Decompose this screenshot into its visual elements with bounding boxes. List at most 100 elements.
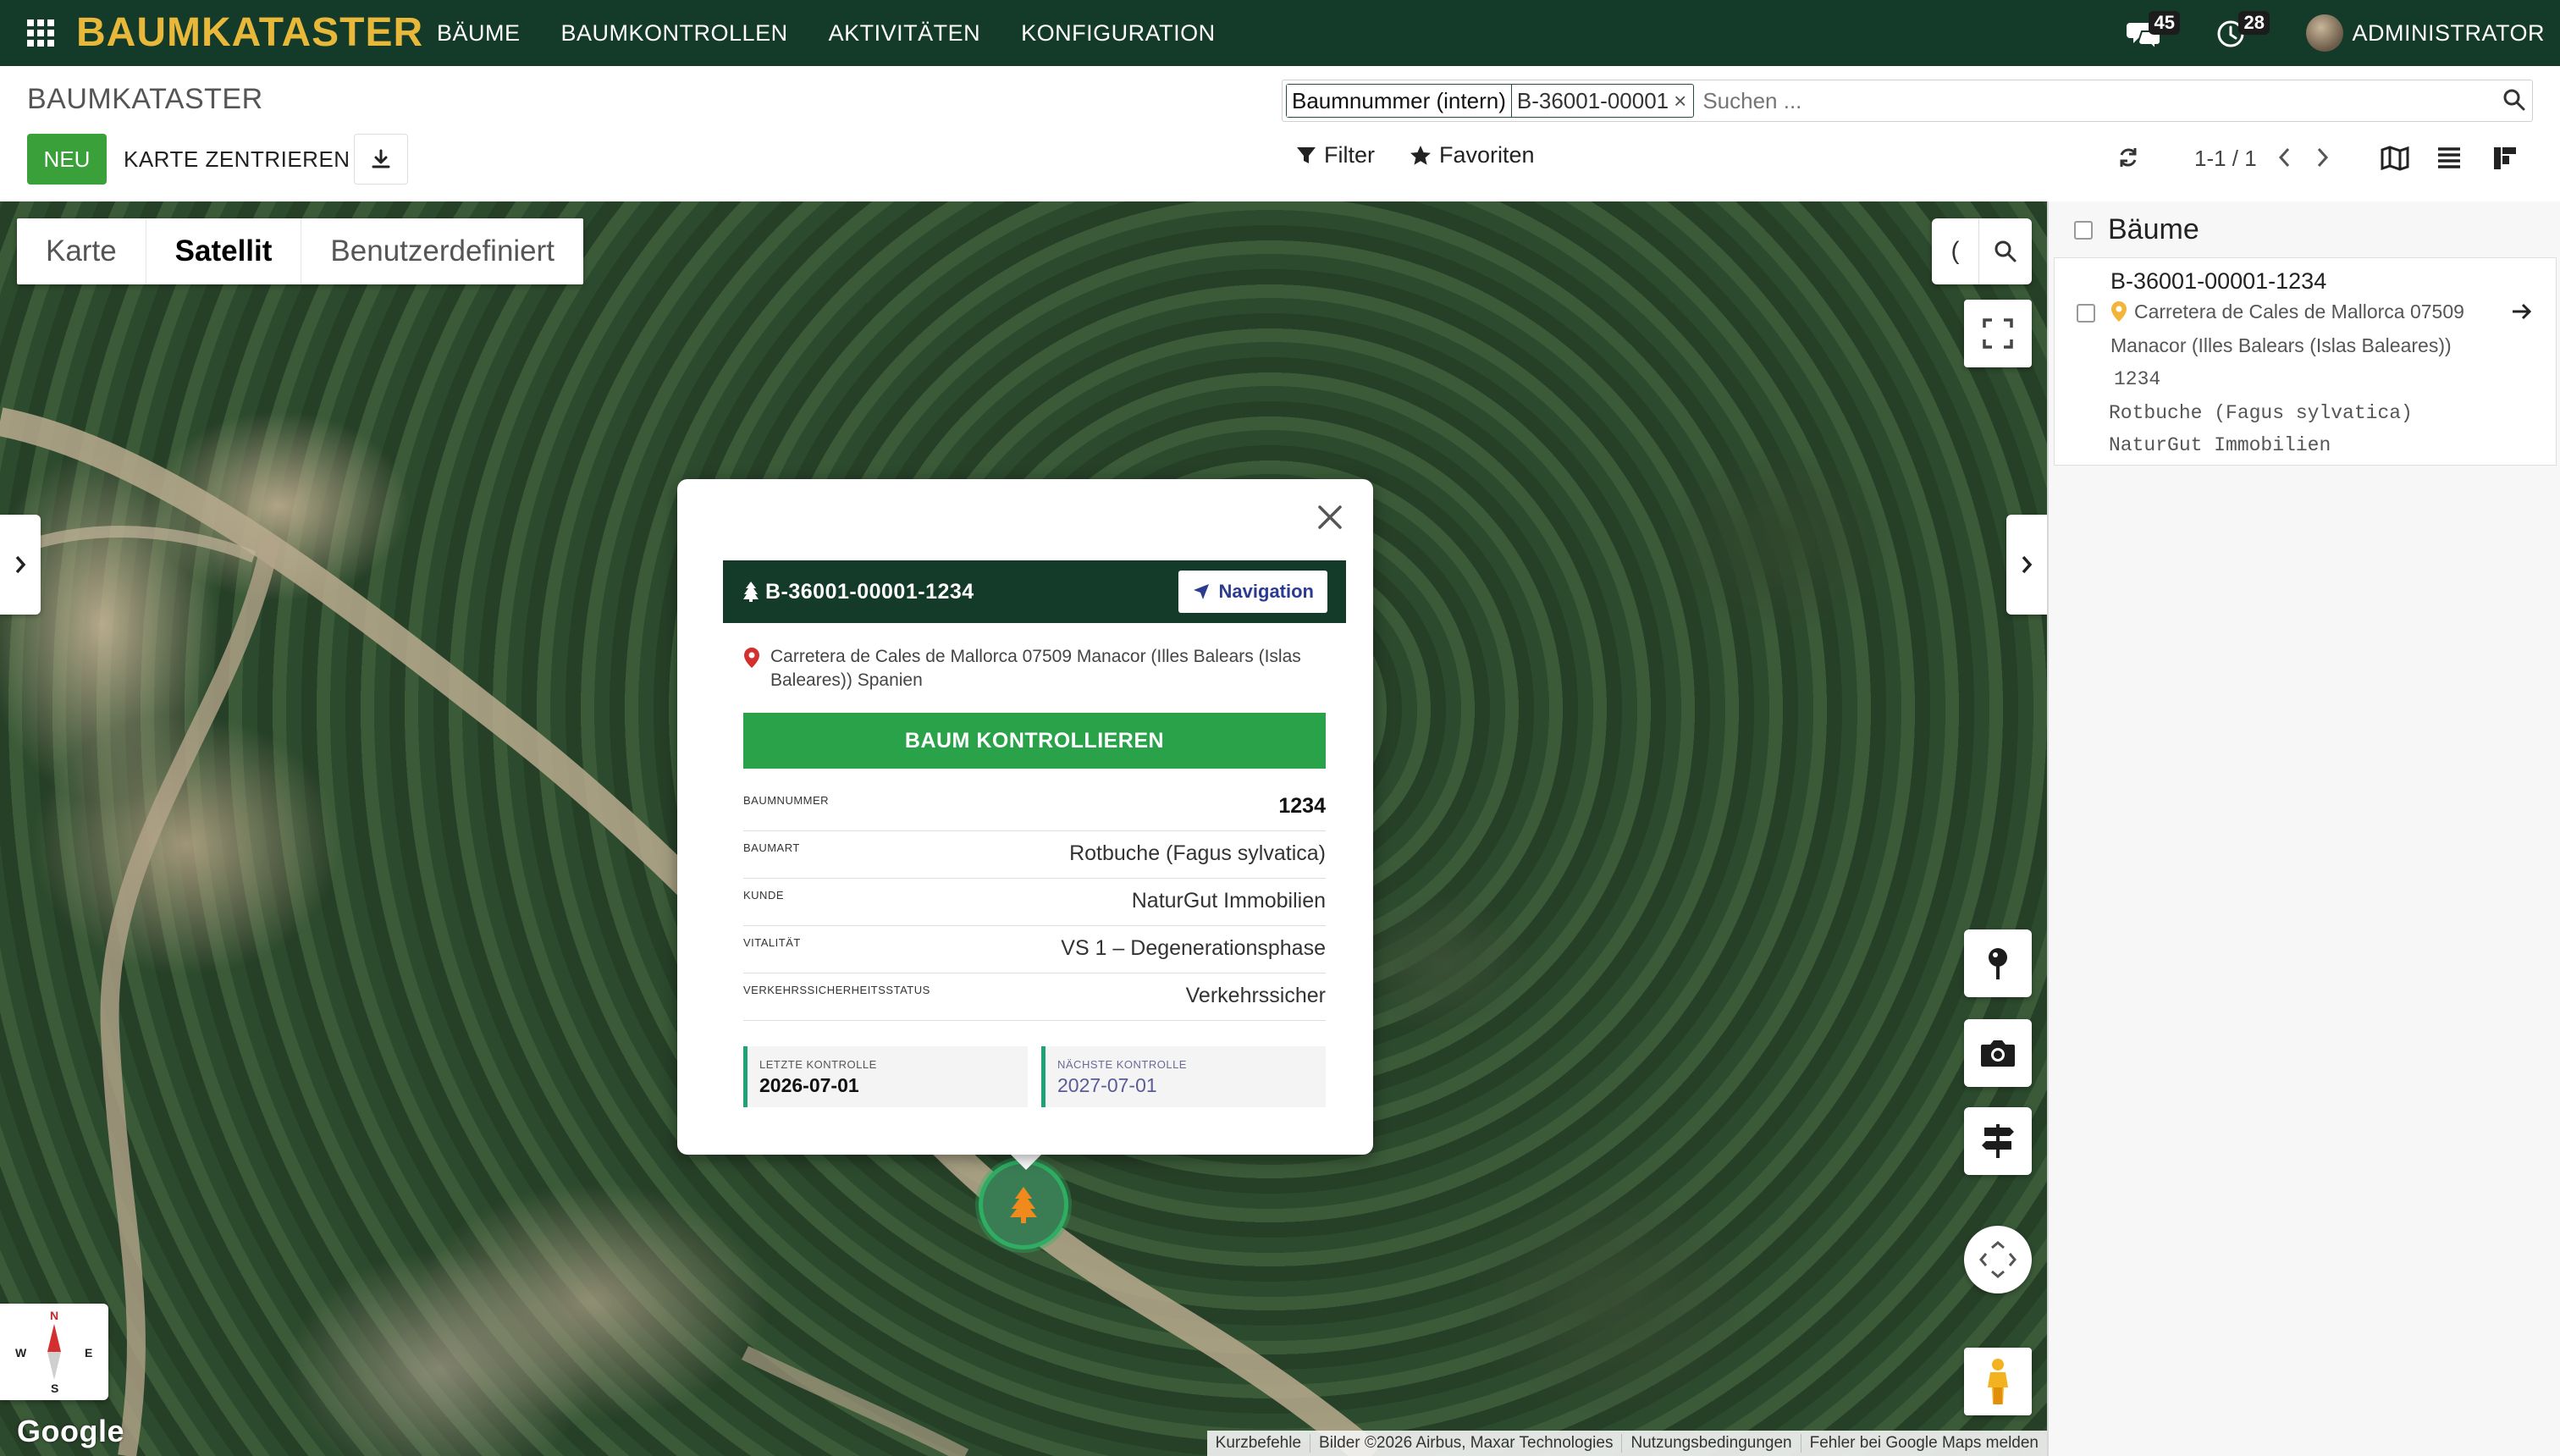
map-type-karte[interactable]: Karte xyxy=(17,218,146,284)
download-button[interactable] xyxy=(354,134,408,185)
map-type-benutzerdefiniert[interactable]: Benutzerdefiniert xyxy=(301,218,583,284)
tree-record-card[interactable]: B-36001-00001-1234 Carretera de Cales de… xyxy=(2054,257,2557,466)
last-check-value: 2026-07-01 xyxy=(759,1074,859,1096)
new-button[interactable]: NEU xyxy=(27,134,107,185)
activities-button[interactable]: 28 xyxy=(2216,11,2270,52)
keyboard-shortcuts-link[interactable]: Kurzbefehle xyxy=(1207,1434,1310,1453)
next-check-value: 2027-07-01 xyxy=(1057,1074,1157,1096)
pager-previous-icon[interactable] xyxy=(2274,146,2296,174)
navigation-label: Navigation xyxy=(1218,581,1314,602)
popup-address: Carretera de Cales de Mallorca 07509 Man… xyxy=(770,647,1301,690)
search-input[interactable] xyxy=(1702,84,2532,118)
record-number: 1234 xyxy=(2114,368,2161,390)
kanban-view-icon[interactable] xyxy=(2492,146,2518,175)
map-type-selector: Karte Satellit Benutzerdefiniert xyxy=(17,218,584,284)
menu-item-baeume[interactable]: BÄUME xyxy=(437,20,521,47)
field-value: Verkehrssicher xyxy=(1185,984,1326,1007)
map-view-icon[interactable] xyxy=(2381,146,2409,175)
next-check-box: NÄCHSTE KONTROLLE 2027-07-01 xyxy=(1041,1046,1326,1107)
location-pin-icon xyxy=(2110,301,2127,327)
field-row-vitalitaet: VITALITÄT VS 1 – Degenerationsphase xyxy=(743,926,1326,973)
search-icon[interactable] xyxy=(2502,87,2527,117)
field-label: VERKEHRSSICHERHEITSSTATUS xyxy=(743,984,930,996)
map-search-icon[interactable] xyxy=(1979,218,2032,284)
menu-item-aktivitaeten[interactable]: AKTIVITÄTEN xyxy=(829,20,981,47)
field-label: KUNDE xyxy=(743,889,785,902)
map-search-toggle[interactable]: ( xyxy=(1932,218,1979,284)
top-navbar: BAUMKATASTER BÄUME BAUMKONTROLLEN AKTIVI… xyxy=(0,0,2560,66)
field-label: BAUMNUMMER xyxy=(743,794,830,807)
compass-rose[interactable]: N W E S xyxy=(0,1304,108,1400)
search-bar: Baumnummer (intern) B-36001-00001 × xyxy=(1282,80,2533,122)
search-facet: Baumnummer (intern) B-36001-00001 × xyxy=(1286,84,1695,118)
navigation-arrow-icon xyxy=(1193,584,1209,599)
map-type-satellit[interactable]: Satellit xyxy=(146,218,302,284)
last-check-label: LETZTE KONTROLLE xyxy=(759,1058,877,1071)
user-avatar[interactable] xyxy=(2306,14,2344,52)
fullscreen-icon xyxy=(1983,318,2013,349)
field-value: 1234 xyxy=(1278,794,1326,818)
center-map-button[interactable]: KARTE ZENTRIEREN xyxy=(124,134,350,185)
sidebar-title: Bäume xyxy=(2108,213,2199,245)
select-all-checkbox[interactable] xyxy=(2074,220,2093,240)
next-check-label: NÄCHSTE KONTROLLE xyxy=(1057,1058,1187,1071)
star-icon xyxy=(1410,145,1431,165)
fullscreen-button[interactable] xyxy=(1964,300,2032,367)
imagery-credit: Bilder ©2026 Airbus, Maxar Technologies xyxy=(1310,1434,1621,1453)
menu-item-baumkontrollen[interactable]: BAUMKONTROLLEN xyxy=(561,20,788,47)
chevron-right-icon xyxy=(15,555,26,574)
check-tree-button[interactable]: BAUM KONTROLLIEREN xyxy=(743,713,1326,769)
report-error-link[interactable]: Fehler bei Google Maps melden xyxy=(1800,1434,2047,1453)
last-check-box: LETZTE KONTROLLE 2026-07-01 xyxy=(743,1046,1028,1107)
navigation-button[interactable]: Navigation xyxy=(1178,571,1327,613)
pegman-icon xyxy=(1988,1359,2008,1404)
activities-count-badge: 28 xyxy=(2238,11,2270,35)
apps-grid-icon[interactable] xyxy=(27,19,54,47)
pager-value[interactable]: 1-1 / 1 xyxy=(2194,146,2257,172)
favorites-label: Favoriten xyxy=(1439,142,1535,168)
compass-needle-icon xyxy=(47,1324,61,1380)
refresh-icon[interactable] xyxy=(2116,146,2140,174)
move-arrows-icon xyxy=(1979,1241,2017,1278)
record-address-line2: Manacor (Illes Balears (Islas Baleares)) xyxy=(2110,334,2452,356)
app-brand[interactable]: BAUMKATASTER xyxy=(76,8,423,58)
user-menu[interactable]: ADMINISTRATOR xyxy=(2352,20,2545,47)
compass-north: N xyxy=(50,1309,59,1322)
pager-next-icon[interactable] xyxy=(2311,146,2333,174)
record-species: Rotbuche (Fagus sylvatica) xyxy=(2109,402,2413,424)
record-checkbox[interactable] xyxy=(2077,304,2095,323)
field-row-baumart: BAUMART Rotbuche (Fagus sylvatica) xyxy=(743,831,1326,879)
location-pin-icon xyxy=(743,647,760,673)
tree-marker[interactable] xyxy=(979,1160,1068,1249)
messages-button[interactable]: 45 xyxy=(2127,11,2180,52)
camera-icon xyxy=(1981,1040,2015,1067)
field-value: NaturGut Immobilien xyxy=(1131,889,1326,913)
street-view-pegman-button[interactable] xyxy=(1964,1348,2032,1415)
right-panel-toggle[interactable] xyxy=(2006,515,2047,615)
download-icon xyxy=(372,149,390,168)
close-icon[interactable] xyxy=(1314,501,1346,533)
filter-button[interactable]: Filter xyxy=(1295,142,1375,168)
search-facet-remove-icon[interactable]: × xyxy=(1674,88,1693,114)
tree-info-popup: B-36001-00001-1234 Navigation Carretera … xyxy=(677,479,1373,1155)
popup-header: B-36001-00001-1234 Navigation xyxy=(723,560,1346,623)
place-pin-button[interactable] xyxy=(1964,929,2032,997)
tree-icon xyxy=(743,582,759,602)
left-panel-toggle[interactable] xyxy=(0,515,41,615)
favorites-button[interactable]: Favoriten xyxy=(1409,142,1535,168)
terms-link[interactable]: Nutzungsbedingungen xyxy=(1621,1434,1800,1453)
photo-button[interactable] xyxy=(1964,1019,2032,1087)
map-attribution: Kurzbefehle Bilder ©2026 Airbus, Maxar T… xyxy=(1206,1431,2047,1456)
tree-icon xyxy=(1010,1187,1037,1223)
record-owner: NaturGut Immobilien xyxy=(2109,434,2331,456)
messages-count-badge: 45 xyxy=(2149,11,2180,35)
list-view-icon[interactable] xyxy=(2436,146,2462,174)
pan-control-button[interactable] xyxy=(1964,1226,2032,1293)
funnel-icon xyxy=(1297,146,1316,163)
signpost-button[interactable] xyxy=(1964,1107,2032,1175)
main-menu: BÄUME BAUMKONTROLLEN AKTIVITÄTEN KONFIGU… xyxy=(437,0,1256,66)
arrow-right-icon[interactable] xyxy=(2510,301,2534,327)
map-pin-icon xyxy=(1989,948,2007,979)
field-value: VS 1 – Degenerationsphase xyxy=(1061,936,1326,960)
menu-item-konfiguration[interactable]: KONFIGURATION xyxy=(1021,20,1216,47)
